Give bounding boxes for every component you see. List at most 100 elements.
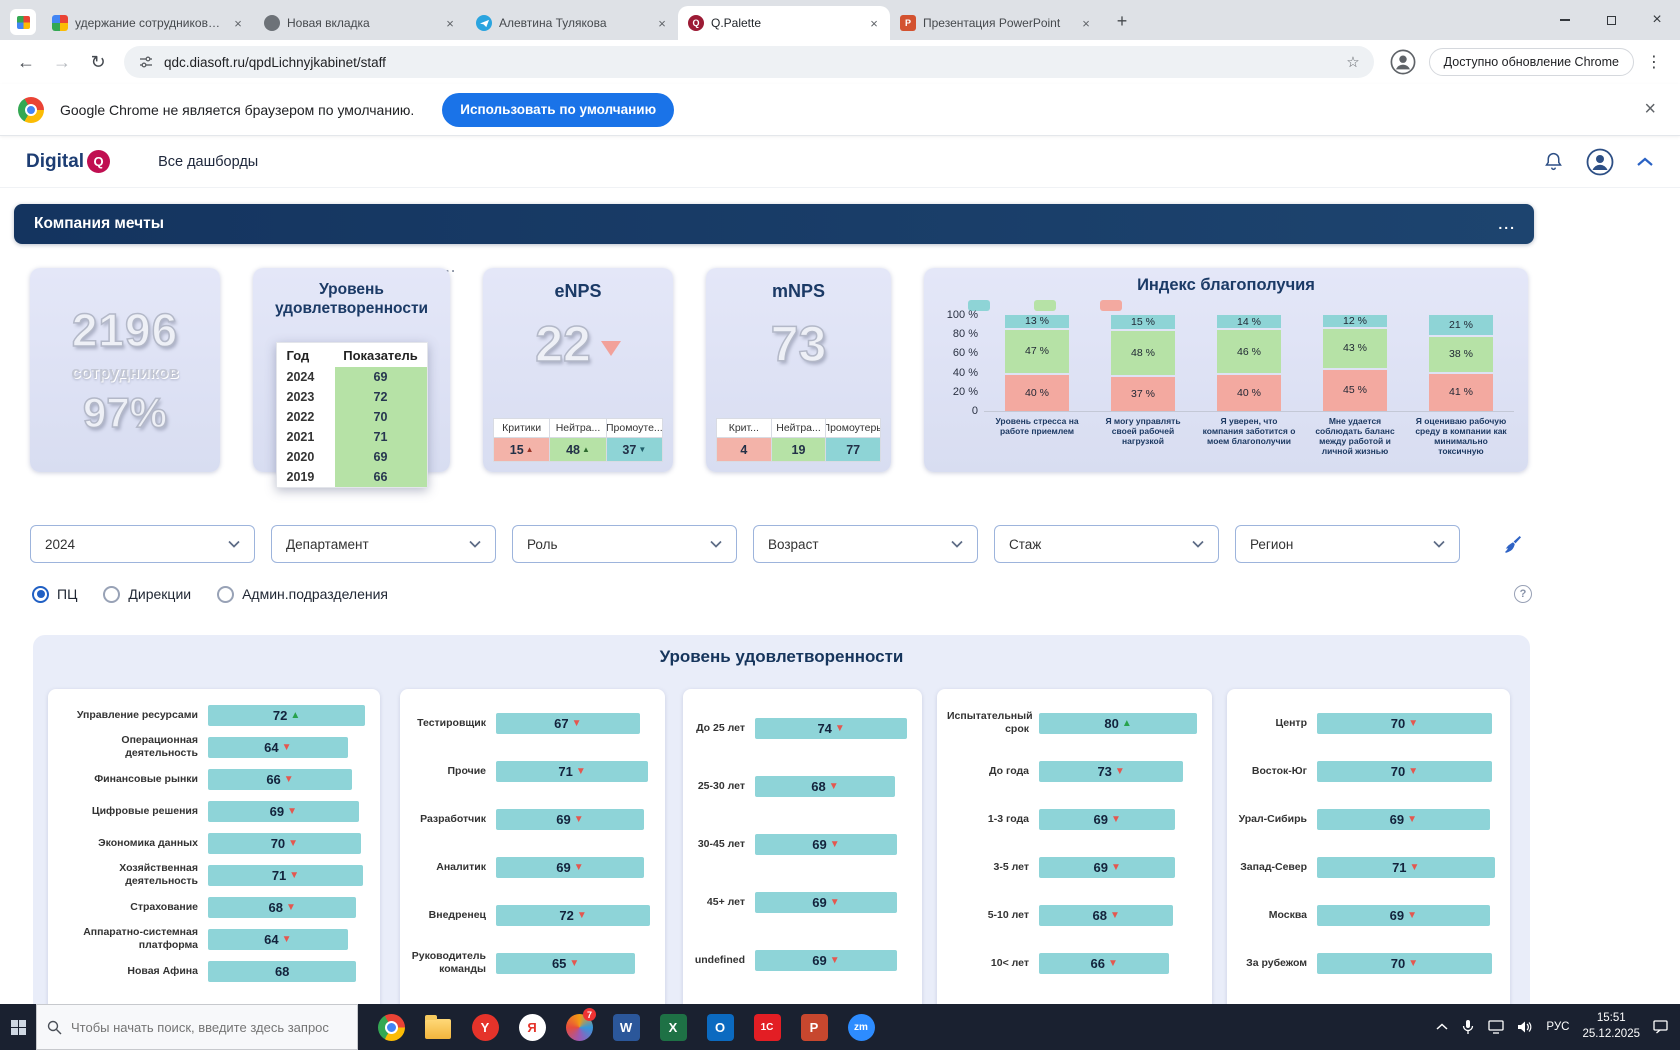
- help-icon[interactable]: ?: [1514, 585, 1532, 603]
- taskbar-app-powerpoint[interactable]: P: [799, 1004, 829, 1050]
- value-bar[interactable]: 69▼: [496, 857, 644, 878]
- value-bar[interactable]: 69▼: [755, 834, 897, 855]
- forward-button[interactable]: →: [46, 46, 78, 78]
- taskbar-app-yandex[interactable]: Я: [517, 1004, 547, 1050]
- taskbar-app-chrome[interactable]: [376, 1004, 406, 1050]
- browser-menu-icon[interactable]: ⋮: [1638, 52, 1670, 72]
- value-bar[interactable]: 69▼: [1039, 809, 1175, 830]
- microphone-icon[interactable]: [1461, 1019, 1475, 1035]
- maximize-button[interactable]: [1588, 0, 1634, 40]
- value-bar[interactable]: 80▲: [1039, 713, 1197, 734]
- close-window-button[interactable]: ×: [1634, 0, 1680, 40]
- bell-icon[interactable]: [1543, 151, 1564, 172]
- all-dashboards-link[interactable]: Все дашборды: [158, 154, 258, 170]
- taskbar-app-explorer[interactable]: [423, 1004, 453, 1050]
- value-bar[interactable]: 68▼: [1039, 905, 1173, 926]
- taskbar-search[interactable]: [36, 1004, 358, 1050]
- bar-area: 68▼: [208, 897, 370, 918]
- close-notification-icon[interactable]: ×: [1644, 98, 1662, 121]
- value-bar[interactable]: 66▼: [208, 769, 352, 790]
- tab-close-icon[interactable]: ×: [866, 15, 882, 31]
- value-bar[interactable]: 66▼: [1039, 953, 1169, 974]
- browser-tab-3[interactable]: Алевтина Тулякова×: [466, 6, 678, 40]
- tab-close-icon[interactable]: ×: [230, 15, 246, 31]
- value-bar[interactable]: 68▼: [208, 897, 356, 918]
- start-button[interactable]: [0, 1004, 36, 1050]
- banner-menu-icon[interactable]: ...: [1498, 216, 1534, 232]
- value-bar[interactable]: 68▼: [755, 776, 895, 797]
- filter-select-region[interactable]: Регион: [1235, 525, 1460, 563]
- browser-tab-5[interactable]: PПрезентация PowerPoint×: [890, 6, 1102, 40]
- taskbar-app-zoom[interactable]: zm: [846, 1004, 876, 1050]
- value-bar[interactable]: 69▼: [1039, 857, 1175, 878]
- taskbar-app-word[interactable]: W: [611, 1004, 641, 1050]
- minimize-button[interactable]: [1542, 0, 1588, 40]
- filter-select-role[interactable]: Роль: [512, 525, 737, 563]
- back-button[interactable]: ←: [10, 46, 42, 78]
- value-bar[interactable]: 69▼: [208, 801, 359, 822]
- value-bar[interactable]: 69▼: [755, 892, 897, 913]
- filter-value: Роль: [527, 537, 558, 552]
- value-bar[interactable]: 69▼: [1317, 905, 1490, 926]
- value-bar[interactable]: 71▼: [496, 761, 648, 782]
- bookmark-star-icon[interactable]: ☆: [1346, 53, 1359, 71]
- chrome-update-chip[interactable]: Доступно обновление Chrome: [1429, 48, 1634, 76]
- value-bar[interactable]: 72▼: [496, 905, 650, 926]
- filter-select-department[interactable]: Департамент: [271, 525, 496, 563]
- pinned-tab[interactable]: [10, 9, 36, 35]
- browser-tab-1[interactable]: удержание сотрудников план...×: [42, 6, 254, 40]
- value-bar[interactable]: 74▼: [755, 718, 907, 739]
- radio-option-2[interactable]: Дирекции: [103, 586, 191, 603]
- value-bar[interactable]: 69▼: [496, 809, 644, 830]
- value-bar[interactable]: 64▼: [208, 929, 348, 950]
- value-bar[interactable]: 71▼: [1317, 857, 1495, 878]
- collapse-chevron-icon[interactable]: [1636, 157, 1654, 167]
- bar-area: 74▼: [755, 718, 912, 739]
- tab-close-icon[interactable]: ×: [1078, 15, 1094, 31]
- reload-button[interactable]: ↻: [82, 46, 114, 78]
- browser-tab-2[interactable]: Новая вкладка×: [254, 6, 466, 40]
- digital-q-logo[interactable]: Digital Q: [26, 150, 110, 173]
- value-bar[interactable]: 65▼: [496, 953, 635, 974]
- hidden-icons-chevron[interactable]: [1436, 1023, 1448, 1031]
- address-bar[interactable]: qdc.diasoft.ru/qpdLichnyjkabinet/staff ☆: [124, 46, 1374, 78]
- display-icon[interactable]: [1488, 1020, 1504, 1034]
- value-bar[interactable]: 69▼: [755, 950, 897, 971]
- volume-icon[interactable]: [1517, 1020, 1533, 1034]
- value-bar[interactable]: 68: [208, 961, 356, 982]
- value-bar[interactable]: 70▼: [1317, 713, 1492, 734]
- user-avatar-icon[interactable]: [1586, 148, 1614, 176]
- bar-area: 68▼: [755, 776, 912, 797]
- taskbar-app-badge-7[interactable]: 7: [564, 1004, 594, 1050]
- browser-tab-4[interactable]: QQ.Palette×: [678, 6, 890, 40]
- filter-select-age[interactable]: Возраст: [753, 525, 978, 563]
- taskbar-app-outlook[interactable]: O: [705, 1004, 735, 1050]
- taskbar-app-excel[interactable]: X: [658, 1004, 688, 1050]
- value-bar[interactable]: 67▼: [496, 713, 640, 734]
- value-bar[interactable]: 73▼: [1039, 761, 1183, 782]
- value-bar[interactable]: 70▼: [1317, 761, 1492, 782]
- search-input[interactable]: [71, 1020, 347, 1035]
- filter-select-year[interactable]: 2024: [30, 525, 255, 563]
- profile-avatar[interactable]: [1390, 49, 1417, 76]
- value-bar[interactable]: 64▼: [208, 737, 348, 758]
- value-bar[interactable]: 69▼: [1317, 809, 1490, 830]
- taskbar-app-1c[interactable]: 1С: [752, 1004, 782, 1050]
- filter-select-tenure[interactable]: Стаж: [994, 525, 1219, 563]
- radio-option-1[interactable]: ПЦ: [32, 586, 77, 603]
- value-bar[interactable]: 70▼: [1317, 953, 1492, 974]
- radio-option-3[interactable]: Админ.подразделения: [217, 586, 388, 603]
- site-settings-icon[interactable]: [138, 54, 154, 70]
- value-bar[interactable]: 72▲: [208, 705, 365, 726]
- set-default-button[interactable]: Использовать по умолчанию: [442, 93, 674, 127]
- tab-close-icon[interactable]: ×: [442, 15, 458, 31]
- language-indicator[interactable]: РУС: [1546, 1021, 1569, 1033]
- clear-filters-icon[interactable]: [1502, 534, 1523, 555]
- action-center-icon[interactable]: [1653, 1020, 1668, 1034]
- value-bar[interactable]: 70▼: [208, 833, 361, 854]
- taskbar-app-yandex-browser[interactable]: Y: [470, 1004, 500, 1050]
- value-bar[interactable]: 71▼: [208, 865, 363, 886]
- new-tab-button[interactable]: +: [1108, 7, 1136, 35]
- taskbar-clock[interactable]: 15:51 25.12.2025: [1582, 1011, 1640, 1042]
- tab-close-icon[interactable]: ×: [654, 15, 670, 31]
